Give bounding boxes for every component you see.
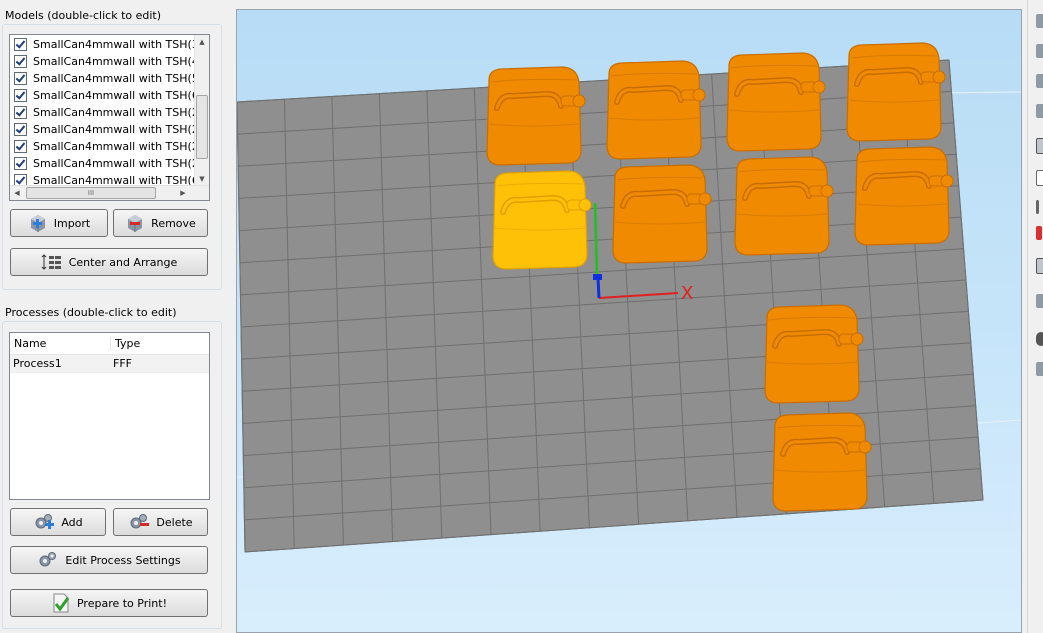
arrange-icon [41,254,61,270]
view-cube-icon-5[interactable] [1036,362,1043,376]
hscroll-thumb[interactable]: III [26,187,156,199]
scroll-right-icon[interactable]: ▶ [176,186,190,200]
scroll-down-icon[interactable]: ▼ [195,172,209,186]
model-can[interactable] [764,304,864,404]
model-visibility-checkbox[interactable] [14,55,27,68]
model-can[interactable] [854,146,954,246]
model-visibility-checkbox[interactable] [14,123,27,136]
select-tool-icon[interactable] [1036,138,1043,154]
model-list-item-label: SmallCan4mmwall with TSH(2 [33,106,199,119]
model-list-item[interactable]: SmallCan4mmwall with TSH(2 [10,121,209,138]
column-header-type[interactable]: Type [111,337,140,350]
remove-button-label: Remove [151,216,196,230]
model-list-item-label: SmallCan4mmwall with TSH(2 [33,123,199,136]
model-list-item[interactable]: SmallCan4mmwall with TSH(5 [10,70,209,87]
remove-button[interactable]: Remove [113,209,208,237]
column-header-name[interactable]: Name [10,337,111,350]
scroll-left-icon[interactable]: ◀ [10,186,24,200]
rotate-tool-icon[interactable] [1036,226,1042,240]
move-tool-icon[interactable] [1036,170,1043,186]
cube-tool-icon[interactable] [1036,294,1043,308]
model-list-item-label: SmallCan4mmwall with TSH(2 [33,140,199,153]
z-axis [596,277,601,299]
add-process-button[interactable]: Add [10,508,106,536]
model-list-item-label: SmallCan4mmwall with TSH(3 [33,38,199,51]
model-list-item[interactable]: SmallCan4mmwall with TSH(6 [10,87,209,104]
model-list-item[interactable]: SmallCan4mmwall with TSH(4 [10,53,209,70]
model-can[interactable] [486,66,586,166]
model-can[interactable] [772,412,872,512]
model-can[interactable] [606,60,706,160]
process-type-cell: FFF [113,357,132,370]
delete-process-label: Delete [156,515,193,529]
scale-tool-icon[interactable] [1036,258,1043,274]
measure-tool-icon[interactable] [1036,200,1039,214]
model-can[interactable] [734,156,834,256]
model-visibility-checkbox[interactable] [14,140,27,153]
prepare-to-print-label: Prepare to Print! [76,596,167,610]
edit-process-settings-button[interactable]: Edit Process Settings [10,546,208,574]
prepare-check-icon [53,593,70,613]
processes-table[interactable]: Name Type Process1 FFF [9,332,210,500]
right-toolbar [1027,0,1043,633]
models-list[interactable]: SmallCan4mmwall with TSH(3 SmallCan4mmwal… [9,34,210,201]
model-list-item-label: SmallCan4mmwall with TSH(6 [33,89,199,102]
model-visibility-checkbox[interactable] [14,106,27,119]
model-can[interactable] [612,164,712,264]
model-list-item[interactable]: SmallCan4mmwall with TSH(3 [10,36,209,53]
settings-gears-icon [39,552,57,567]
process-name-cell: Process1 [13,357,62,370]
model-can-selected[interactable] [492,170,592,270]
scroll-thumb[interactable] [196,95,208,159]
view-cube-icon-4[interactable] [1036,104,1043,118]
3d-viewport[interactable]: X [236,9,1022,633]
x-axis-label: X [681,283,693,304]
view-cube-icon-3[interactable] [1036,74,1043,88]
import-button[interactable]: Import [10,209,108,237]
import-cube-icon [30,215,45,232]
model-list-item-label: SmallCan4mmwall with TSH(5 [33,72,199,85]
delete-process-button[interactable]: Delete [113,508,208,536]
add-process-label: Add [61,515,83,529]
model-list-item[interactable]: SmallCan4mmwall with TSH(2 [10,138,209,155]
model-can[interactable] [726,52,826,152]
model-can[interactable] [846,42,946,142]
model-visibility-checkbox[interactable] [14,89,27,102]
delete-gears-icon [130,514,150,529]
view-cube-icon-1[interactable] [1036,14,1043,28]
import-button-label: Import [53,216,91,230]
model-visibility-checkbox[interactable] [14,72,27,85]
prepare-to-print-button[interactable]: Prepare to Print! [10,589,208,617]
center-arrange-button[interactable]: Center and Arrange [10,248,208,276]
model-list-item-label: SmallCan4mmwall with TSH(4 [33,55,199,68]
processes-panel-title: Processes (double-click to edit) [5,306,177,319]
model-list-item[interactable]: SmallCan4mmwall with TSH(2 [10,155,209,172]
processes-table-header: Name Type [10,333,209,355]
scene-canvas[interactable]: X [237,10,1021,632]
model-list-item[interactable]: SmallCan4mmwall with TSH(2 [10,104,209,121]
gear-icon[interactable] [1036,332,1043,346]
center-arrange-label: Center and Arrange [68,255,178,269]
models-panel-title: Models (double-click to edit) [5,9,162,22]
models-horizontal-scrollbar[interactable]: ◀ III ▶ [10,185,209,200]
scroll-up-icon[interactable]: ▲ [195,35,209,49]
model-visibility-checkbox[interactable] [14,38,27,51]
models-vertical-scrollbar[interactable]: ▲ ▼ [194,35,209,186]
remove-cube-icon [128,215,143,232]
process-row[interactable]: Process1 FFF [10,355,209,373]
add-gears-icon [35,514,55,529]
model-list-item-label: SmallCan4mmwall with TSH(2 [33,157,199,170]
edit-process-settings-label: Edit Process Settings [65,553,181,567]
model-visibility-checkbox[interactable] [14,157,27,170]
view-cube-icon-2[interactable] [1036,44,1043,58]
z-axis-handle [593,274,602,280]
